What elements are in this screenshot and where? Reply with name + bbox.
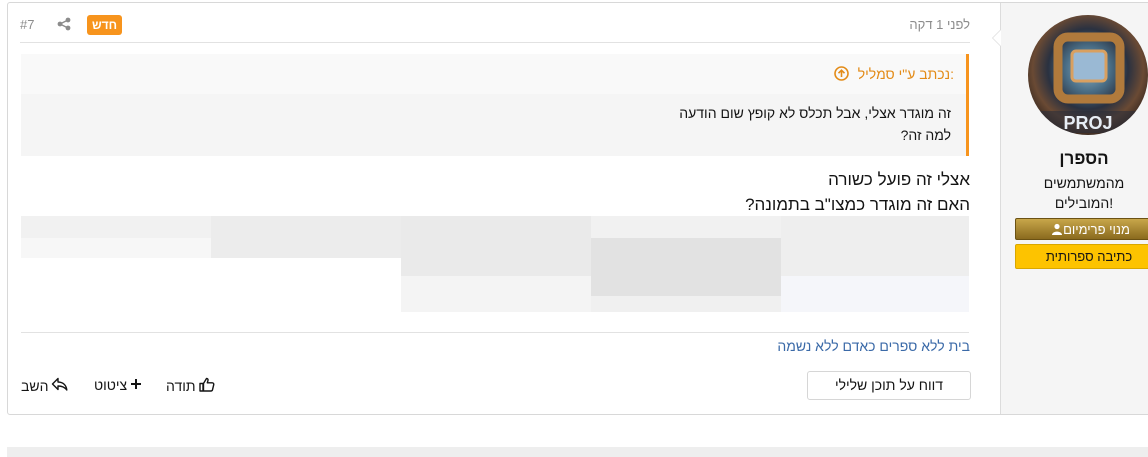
signature: בית ללא ספרים כאדם ללא נשמה [777, 338, 970, 354]
plus-icon [130, 377, 142, 393]
post-number[interactable]: #7 [20, 17, 34, 32]
arrow-up-circle-icon[interactable] [834, 66, 849, 86]
quote-block: נכתב ע"י סמליל: זה מוגדר אצלי, אבל תכלס … [21, 54, 969, 156]
reply-button[interactable]: השב [21, 377, 68, 394]
avatar-text: PROJ [1063, 113, 1112, 133]
user-title: מהמשתמשים המובילים! [1043, 175, 1125, 211]
quote-button[interactable]: ציטוט [94, 377, 142, 393]
user-icon [1051, 220, 1063, 242]
premium-banner: מנוי פרימיום [1015, 218, 1148, 240]
thanks-button[interactable]: תודה [166, 377, 215, 395]
next-post-strip [7, 447, 1148, 457]
user-panel: PROJ הספרן מהמשתמשים המובילים! מנוי פרימ… [992, 3, 1148, 414]
report-button[interactable]: דווח על תוכן שלילי [807, 371, 971, 400]
signature-separator [21, 332, 969, 333]
quote-text: זה מוגדר אצלי, אבל תכלס לא קופץ שום הודע… [679, 105, 951, 143]
thumbs-up-icon [198, 377, 215, 395]
post-body: אצלי זה פועל כשורה האם זה מוגדר כמצו"ב ב… [745, 170, 970, 214]
new-badge: חדש [87, 15, 123, 35]
attached-image[interactable] [21, 216, 969, 312]
forum-post: PROJ הספרן מהמשתמשים המובילים! מנוי פרימ… [7, 2, 1148, 415]
username[interactable]: הספרן [1001, 149, 1148, 169]
post-header: #7 חדש לפני 1 דקה [20, 3, 970, 43]
reply-icon [51, 377, 68, 394]
avatar[interactable]: PROJ [1028, 15, 1148, 135]
share-icon[interactable] [57, 17, 71, 36]
quote-header: נכתב ע"י סמליל: [21, 54, 966, 94]
literary-banner: כתיבה ספרותית [1015, 244, 1148, 269]
post-main: #7 חדש לפני 1 דקה נכתב ע"י סמליל: זה מוג… [20, 3, 971, 414]
avatar-image: PROJ [1030, 32, 1146, 133]
quote-author[interactable]: נכתב ע"י סמליל: [858, 66, 954, 82]
post-time[interactable]: לפני 1 דקה [909, 17, 970, 32]
